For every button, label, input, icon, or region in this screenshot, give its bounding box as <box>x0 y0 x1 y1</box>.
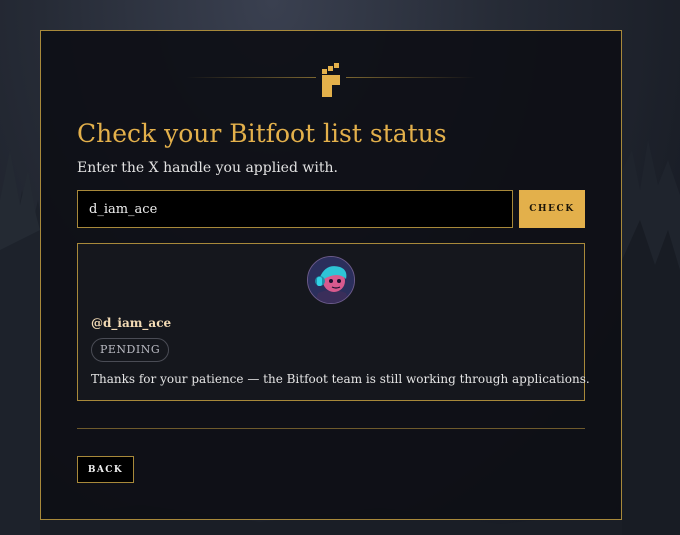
logo-divider-left <box>186 77 316 78</box>
result-card: @d_iam_ace PENDING Thanks for your patie… <box>77 243 590 401</box>
logo-divider-right <box>346 77 476 78</box>
page-title: Check your Bitfoot list status <box>77 119 447 148</box>
user-avatar <box>307 256 355 304</box>
status-badge: PENDING <box>91 338 170 362</box>
bitfoot-logo-icon <box>322 63 340 97</box>
result-handle: @d_iam_ace <box>91 316 172 330</box>
section-divider <box>77 428 585 429</box>
handle-input[interactable] <box>77 190 513 228</box>
page-subtitle: Enter the X handle you applied with. <box>77 160 338 176</box>
logo-header <box>41 63 621 97</box>
back-button[interactable]: BACK <box>77 456 134 483</box>
check-button[interactable]: CHECK <box>519 190 585 228</box>
result-message: Thanks for your patience — the Bitfoot t… <box>91 372 590 386</box>
status-panel: Check your Bitfoot list status Enter the… <box>40 30 622 520</box>
